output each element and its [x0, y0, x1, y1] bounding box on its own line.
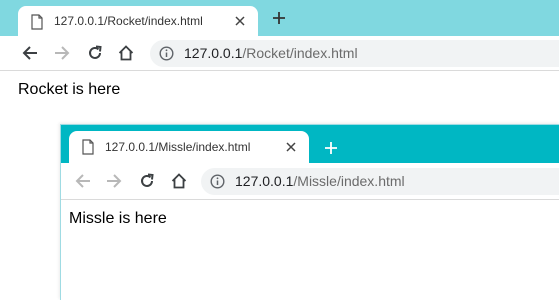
- tab-strip: 127.0.0.1/Missle/index.html: [61, 125, 559, 163]
- reload-button[interactable]: [85, 43, 105, 63]
- back-arrow-icon: [22, 46, 37, 60]
- url-path: /Missle/index.html: [293, 173, 405, 189]
- tab-strip: 127.0.0.1/Rocket/index.html: [0, 0, 559, 36]
- toolbar: 127.0.0.1/Rocket/index.html: [0, 36, 559, 71]
- url-text: 127.0.0.1/Rocket/index.html: [184, 45, 358, 61]
- page-text: Rocket is here: [18, 81, 121, 98]
- forward-button[interactable]: [52, 43, 72, 63]
- close-icon[interactable]: [283, 139, 299, 155]
- reload-button[interactable]: [137, 171, 157, 191]
- back-button[interactable]: [20, 43, 40, 63]
- home-button[interactable]: [116, 43, 136, 63]
- url-text: 127.0.0.1/Missle/index.html: [235, 173, 405, 189]
- document-icon: [31, 14, 43, 30]
- reload-icon: [89, 45, 102, 59]
- plus-icon: [325, 142, 337, 154]
- info-icon[interactable]: [210, 174, 225, 189]
- plus-icon: [273, 12, 285, 24]
- home-button[interactable]: [169, 171, 189, 191]
- back-button[interactable]: [73, 171, 93, 191]
- home-icon: [118, 45, 134, 61]
- reload-icon: [141, 173, 154, 187]
- address-bar[interactable]: 127.0.0.1/Missle/index.html: [201, 168, 559, 195]
- url-host: 127.0.0.1: [184, 45, 243, 61]
- forward-arrow-icon: [55, 46, 70, 60]
- url-host: 127.0.0.1: [235, 173, 294, 189]
- document-icon: [82, 139, 94, 155]
- page-content: Rocket is here: [0, 71, 559, 109]
- page-content: Missle is here: [61, 200, 559, 238]
- page-text: Missle is here: [69, 210, 167, 227]
- close-icon[interactable]: [232, 13, 248, 29]
- forward-button[interactable]: [104, 171, 124, 191]
- new-tab-button[interactable]: [320, 137, 342, 159]
- forward-arrow-icon: [107, 174, 122, 188]
- tab-missle[interactable]: 127.0.0.1/Missle/index.html: [69, 131, 309, 163]
- url-path: /Rocket/index.html: [242, 45, 358, 61]
- new-tab-button[interactable]: [268, 7, 290, 29]
- toolbar: 127.0.0.1/Missle/index.html: [61, 163, 559, 200]
- address-bar[interactable]: 127.0.0.1/Rocket/index.html: [150, 40, 559, 67]
- tab-title: 127.0.0.1/Missle/index.html: [105, 140, 251, 154]
- home-icon: [171, 173, 187, 189]
- tab-title: 127.0.0.1/Rocket/index.html: [54, 14, 203, 28]
- tab-rocket[interactable]: 127.0.0.1/Rocket/index.html: [18, 6, 258, 36]
- missle-browser-window: 127.0.0.1/Missle/index.html 127.0.0.1/Mi…: [60, 124, 559, 300]
- info-icon[interactable]: [159, 46, 174, 61]
- back-arrow-icon: [75, 174, 90, 188]
